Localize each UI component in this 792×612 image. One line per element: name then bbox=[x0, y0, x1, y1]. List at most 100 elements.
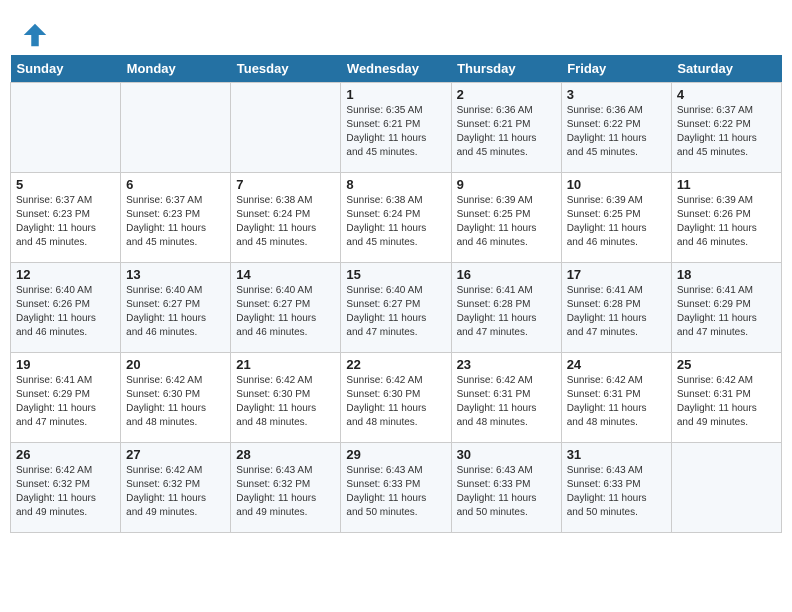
day-info: Sunrise: 6:42 AM Sunset: 6:30 PM Dayligh… bbox=[126, 374, 225, 430]
calendar-cell: 20 Sunrise: 6:42 AM Sunset: 6:30 PM Dayli… bbox=[121, 353, 231, 443]
day-info: Sunrise: 6:39 AM Sunset: 6:25 PM Dayligh… bbox=[567, 194, 666, 250]
day-info: Sunrise: 6:42 AM Sunset: 6:32 PM Dayligh… bbox=[16, 464, 115, 520]
day-number: 2 bbox=[457, 87, 556, 102]
calendar-body: 1 Sunrise: 6:35 AM Sunset: 6:21 PM Daylig… bbox=[11, 83, 782, 533]
day-number: 18 bbox=[677, 267, 776, 282]
day-number: 29 bbox=[346, 447, 445, 462]
calendar-cell bbox=[231, 83, 341, 173]
day-info: Sunrise: 6:42 AM Sunset: 6:30 PM Dayligh… bbox=[346, 374, 445, 430]
day-number: 28 bbox=[236, 447, 335, 462]
day-number: 17 bbox=[567, 267, 666, 282]
day-info: Sunrise: 6:36 AM Sunset: 6:21 PM Dayligh… bbox=[457, 104, 556, 160]
calendar-cell: 18 Sunrise: 6:41 AM Sunset: 6:29 PM Dayli… bbox=[671, 263, 781, 353]
calendar-cell: 16 Sunrise: 6:41 AM Sunset: 6:28 PM Dayli… bbox=[451, 263, 561, 353]
calendar-cell: 7 Sunrise: 6:38 AM Sunset: 6:24 PM Daylig… bbox=[231, 173, 341, 263]
calendar-cell: 14 Sunrise: 6:40 AM Sunset: 6:27 PM Dayli… bbox=[231, 263, 341, 353]
calendar-week-row: 19 Sunrise: 6:41 AM Sunset: 6:29 PM Dayli… bbox=[11, 353, 782, 443]
day-number: 24 bbox=[567, 357, 666, 372]
weekday-header: Wednesday bbox=[341, 55, 451, 83]
calendar-cell: 22 Sunrise: 6:42 AM Sunset: 6:30 PM Dayli… bbox=[341, 353, 451, 443]
day-number: 8 bbox=[346, 177, 445, 192]
calendar-cell: 29 Sunrise: 6:43 AM Sunset: 6:33 PM Dayli… bbox=[341, 443, 451, 533]
day-number: 12 bbox=[16, 267, 115, 282]
calendar-cell: 26 Sunrise: 6:42 AM Sunset: 6:32 PM Dayli… bbox=[11, 443, 121, 533]
calendar-week-row: 12 Sunrise: 6:40 AM Sunset: 6:26 PM Dayli… bbox=[11, 263, 782, 353]
weekday-header: Monday bbox=[121, 55, 231, 83]
day-info: Sunrise: 6:43 AM Sunset: 6:33 PM Dayligh… bbox=[346, 464, 445, 520]
day-info: Sunrise: 6:41 AM Sunset: 6:28 PM Dayligh… bbox=[567, 284, 666, 340]
day-number: 14 bbox=[236, 267, 335, 282]
day-number: 3 bbox=[567, 87, 666, 102]
day-number: 7 bbox=[236, 177, 335, 192]
calendar-cell: 24 Sunrise: 6:42 AM Sunset: 6:31 PM Dayli… bbox=[561, 353, 671, 443]
weekday-header: Thursday bbox=[451, 55, 561, 83]
day-info: Sunrise: 6:43 AM Sunset: 6:32 PM Dayligh… bbox=[236, 464, 335, 520]
weekday-header: Sunday bbox=[11, 55, 121, 83]
calendar-cell: 23Sunrise: 6:42 AM Sunset: 6:31 PM Dayli… bbox=[451, 353, 561, 443]
calendar-cell: 21 Sunrise: 6:42 AM Sunset: 6:30 PM Dayli… bbox=[231, 353, 341, 443]
day-info: Sunrise: 6:43 AM Sunset: 6:33 PM Dayligh… bbox=[457, 464, 556, 520]
day-info: Sunrise: 6:42 AM Sunset: 6:32 PM Dayligh… bbox=[126, 464, 225, 520]
calendar-cell: 11Sunrise: 6:39 AM Sunset: 6:26 PM Dayli… bbox=[671, 173, 781, 263]
day-info: Sunrise: 6:40 AM Sunset: 6:27 PM Dayligh… bbox=[236, 284, 335, 340]
weekday-header: Tuesday bbox=[231, 55, 341, 83]
day-info: Sunrise: 6:41 AM Sunset: 6:29 PM Dayligh… bbox=[16, 374, 115, 430]
calendar-week-row: 5Sunrise: 6:37 AM Sunset: 6:23 PM Daylig… bbox=[11, 173, 782, 263]
day-number: 23 bbox=[457, 357, 556, 372]
calendar-cell: 1 Sunrise: 6:35 AM Sunset: 6:21 PM Daylig… bbox=[341, 83, 451, 173]
day-number: 26 bbox=[16, 447, 115, 462]
day-info: Sunrise: 6:37 AM Sunset: 6:22 PM Dayligh… bbox=[677, 104, 776, 160]
logo-icon bbox=[20, 20, 50, 50]
page-header bbox=[10, 10, 782, 55]
day-number: 19 bbox=[16, 357, 115, 372]
calendar-cell: 15Sunrise: 6:40 AM Sunset: 6:27 PM Dayli… bbox=[341, 263, 451, 353]
day-info: Sunrise: 6:38 AM Sunset: 6:24 PM Dayligh… bbox=[346, 194, 445, 250]
day-info: Sunrise: 6:42 AM Sunset: 6:31 PM Dayligh… bbox=[567, 374, 666, 430]
day-info: Sunrise: 6:42 AM Sunset: 6:31 PM Dayligh… bbox=[677, 374, 776, 430]
calendar-cell: 8 Sunrise: 6:38 AM Sunset: 6:24 PM Daylig… bbox=[341, 173, 451, 263]
day-number: 4 bbox=[677, 87, 776, 102]
day-info: Sunrise: 6:40 AM Sunset: 6:27 PM Dayligh… bbox=[126, 284, 225, 340]
day-info: Sunrise: 6:41 AM Sunset: 6:29 PM Dayligh… bbox=[677, 284, 776, 340]
day-number: 30 bbox=[457, 447, 556, 462]
day-number: 10 bbox=[567, 177, 666, 192]
logo bbox=[20, 20, 54, 50]
calendar-cell bbox=[11, 83, 121, 173]
day-info: Sunrise: 6:38 AM Sunset: 6:24 PM Dayligh… bbox=[236, 194, 335, 250]
day-number: 20 bbox=[126, 357, 225, 372]
weekday-header: Friday bbox=[561, 55, 671, 83]
calendar-cell: 28 Sunrise: 6:43 AM Sunset: 6:32 PM Dayli… bbox=[231, 443, 341, 533]
day-info: Sunrise: 6:39 AM Sunset: 6:25 PM Dayligh… bbox=[457, 194, 556, 250]
day-info: Sunrise: 6:40 AM Sunset: 6:26 PM Dayligh… bbox=[16, 284, 115, 340]
calendar-cell bbox=[121, 83, 231, 173]
day-info: Sunrise: 6:35 AM Sunset: 6:21 PM Dayligh… bbox=[346, 104, 445, 160]
day-number: 31 bbox=[567, 447, 666, 462]
calendar-cell: 25Sunrise: 6:42 AM Sunset: 6:31 PM Dayli… bbox=[671, 353, 781, 443]
day-number: 16 bbox=[457, 267, 556, 282]
calendar-cell: 27Sunrise: 6:42 AM Sunset: 6:32 PM Dayli… bbox=[121, 443, 231, 533]
day-info: Sunrise: 6:37 AM Sunset: 6:23 PM Dayligh… bbox=[16, 194, 115, 250]
calendar-cell: 10 Sunrise: 6:39 AM Sunset: 6:25 PM Dayli… bbox=[561, 173, 671, 263]
calendar-cell: 2 Sunrise: 6:36 AM Sunset: 6:21 PM Daylig… bbox=[451, 83, 561, 173]
calendar-cell: 3 Sunrise: 6:36 AM Sunset: 6:22 PM Daylig… bbox=[561, 83, 671, 173]
calendar-cell: 19 Sunrise: 6:41 AM Sunset: 6:29 PM Dayli… bbox=[11, 353, 121, 443]
day-number: 22 bbox=[346, 357, 445, 372]
calendar-cell: 30 Sunrise: 6:43 AM Sunset: 6:33 PM Dayli… bbox=[451, 443, 561, 533]
day-info: Sunrise: 6:36 AM Sunset: 6:22 PM Dayligh… bbox=[567, 104, 666, 160]
calendar-cell: 9 Sunrise: 6:39 AM Sunset: 6:25 PM Daylig… bbox=[451, 173, 561, 263]
day-number: 1 bbox=[346, 87, 445, 102]
day-info: Sunrise: 6:42 AM Sunset: 6:30 PM Dayligh… bbox=[236, 374, 335, 430]
calendar-cell: 12 Sunrise: 6:40 AM Sunset: 6:26 PM Dayli… bbox=[11, 263, 121, 353]
day-number: 13 bbox=[126, 267, 225, 282]
calendar-cell: 31Sunrise: 6:43 AM Sunset: 6:33 PM Dayli… bbox=[561, 443, 671, 533]
calendar-cell bbox=[671, 443, 781, 533]
day-number: 9 bbox=[457, 177, 556, 192]
calendar-cell: 13 Sunrise: 6:40 AM Sunset: 6:27 PM Dayli… bbox=[121, 263, 231, 353]
calendar-cell: 4 Sunrise: 6:37 AM Sunset: 6:22 PM Daylig… bbox=[671, 83, 781, 173]
day-number: 21 bbox=[236, 357, 335, 372]
day-number: 15 bbox=[346, 267, 445, 282]
calendar-cell: 5Sunrise: 6:37 AM Sunset: 6:23 PM Daylig… bbox=[11, 173, 121, 263]
calendar-week-row: 1 Sunrise: 6:35 AM Sunset: 6:21 PM Daylig… bbox=[11, 83, 782, 173]
day-info: Sunrise: 6:41 AM Sunset: 6:28 PM Dayligh… bbox=[457, 284, 556, 340]
calendar-cell: 6Sunrise: 6:37 AM Sunset: 6:23 PM Daylig… bbox=[121, 173, 231, 263]
